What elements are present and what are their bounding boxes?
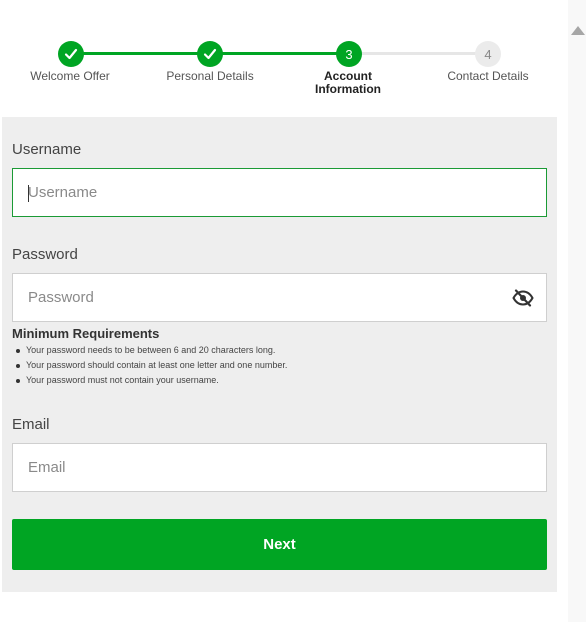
step-connector-2 [210,52,348,55]
step-4-number: 4 [475,41,501,67]
step-connector-3 [348,52,488,55]
text-caret [28,185,29,202]
vertical-scrollbar[interactable] [568,0,586,622]
username-field[interactable] [12,168,547,217]
account-form-panel: Username Password Minimum Requirements Y… [2,117,557,592]
step-3-label-line1: Account [324,69,372,83]
step-3-number: 3 [336,41,362,67]
requirement-item: Your password needs to be between 6 and … [12,343,287,358]
step-1-label: Welcome Offer [30,69,110,83]
step-2-check-icon [197,41,223,67]
step-connector-1 [70,52,210,55]
requirement-item: Your password should contain at least on… [12,358,287,373]
requirement-item: Your password must not contain your user… [12,373,287,388]
requirements-list: Your password needs to be between 6 and … [12,343,287,388]
step-4-label: Contact Details [447,69,529,83]
toggle-password-visibility-icon[interactable] [512,289,534,307]
username-input[interactable] [13,169,473,216]
step-3-label-line2: Information [315,82,381,96]
email-label: Email [12,416,50,433]
scroll-up-arrow-icon[interactable] [571,26,585,35]
step-1-check-icon [58,41,84,67]
password-label: Password [12,246,78,263]
email-field[interactable] [12,443,547,492]
password-input[interactable] [13,274,473,321]
requirements-title: Minimum Requirements [12,326,160,341]
username-label: Username [12,141,82,158]
progress-stepper: Welcome Offer Personal Details 3 Account… [0,0,560,117]
next-button[interactable]: Next [12,519,547,570]
password-field[interactable] [12,273,547,322]
step-2-label: Personal Details [166,69,254,83]
email-input[interactable] [13,444,473,491]
step-3-label: Account Information [288,70,408,96]
